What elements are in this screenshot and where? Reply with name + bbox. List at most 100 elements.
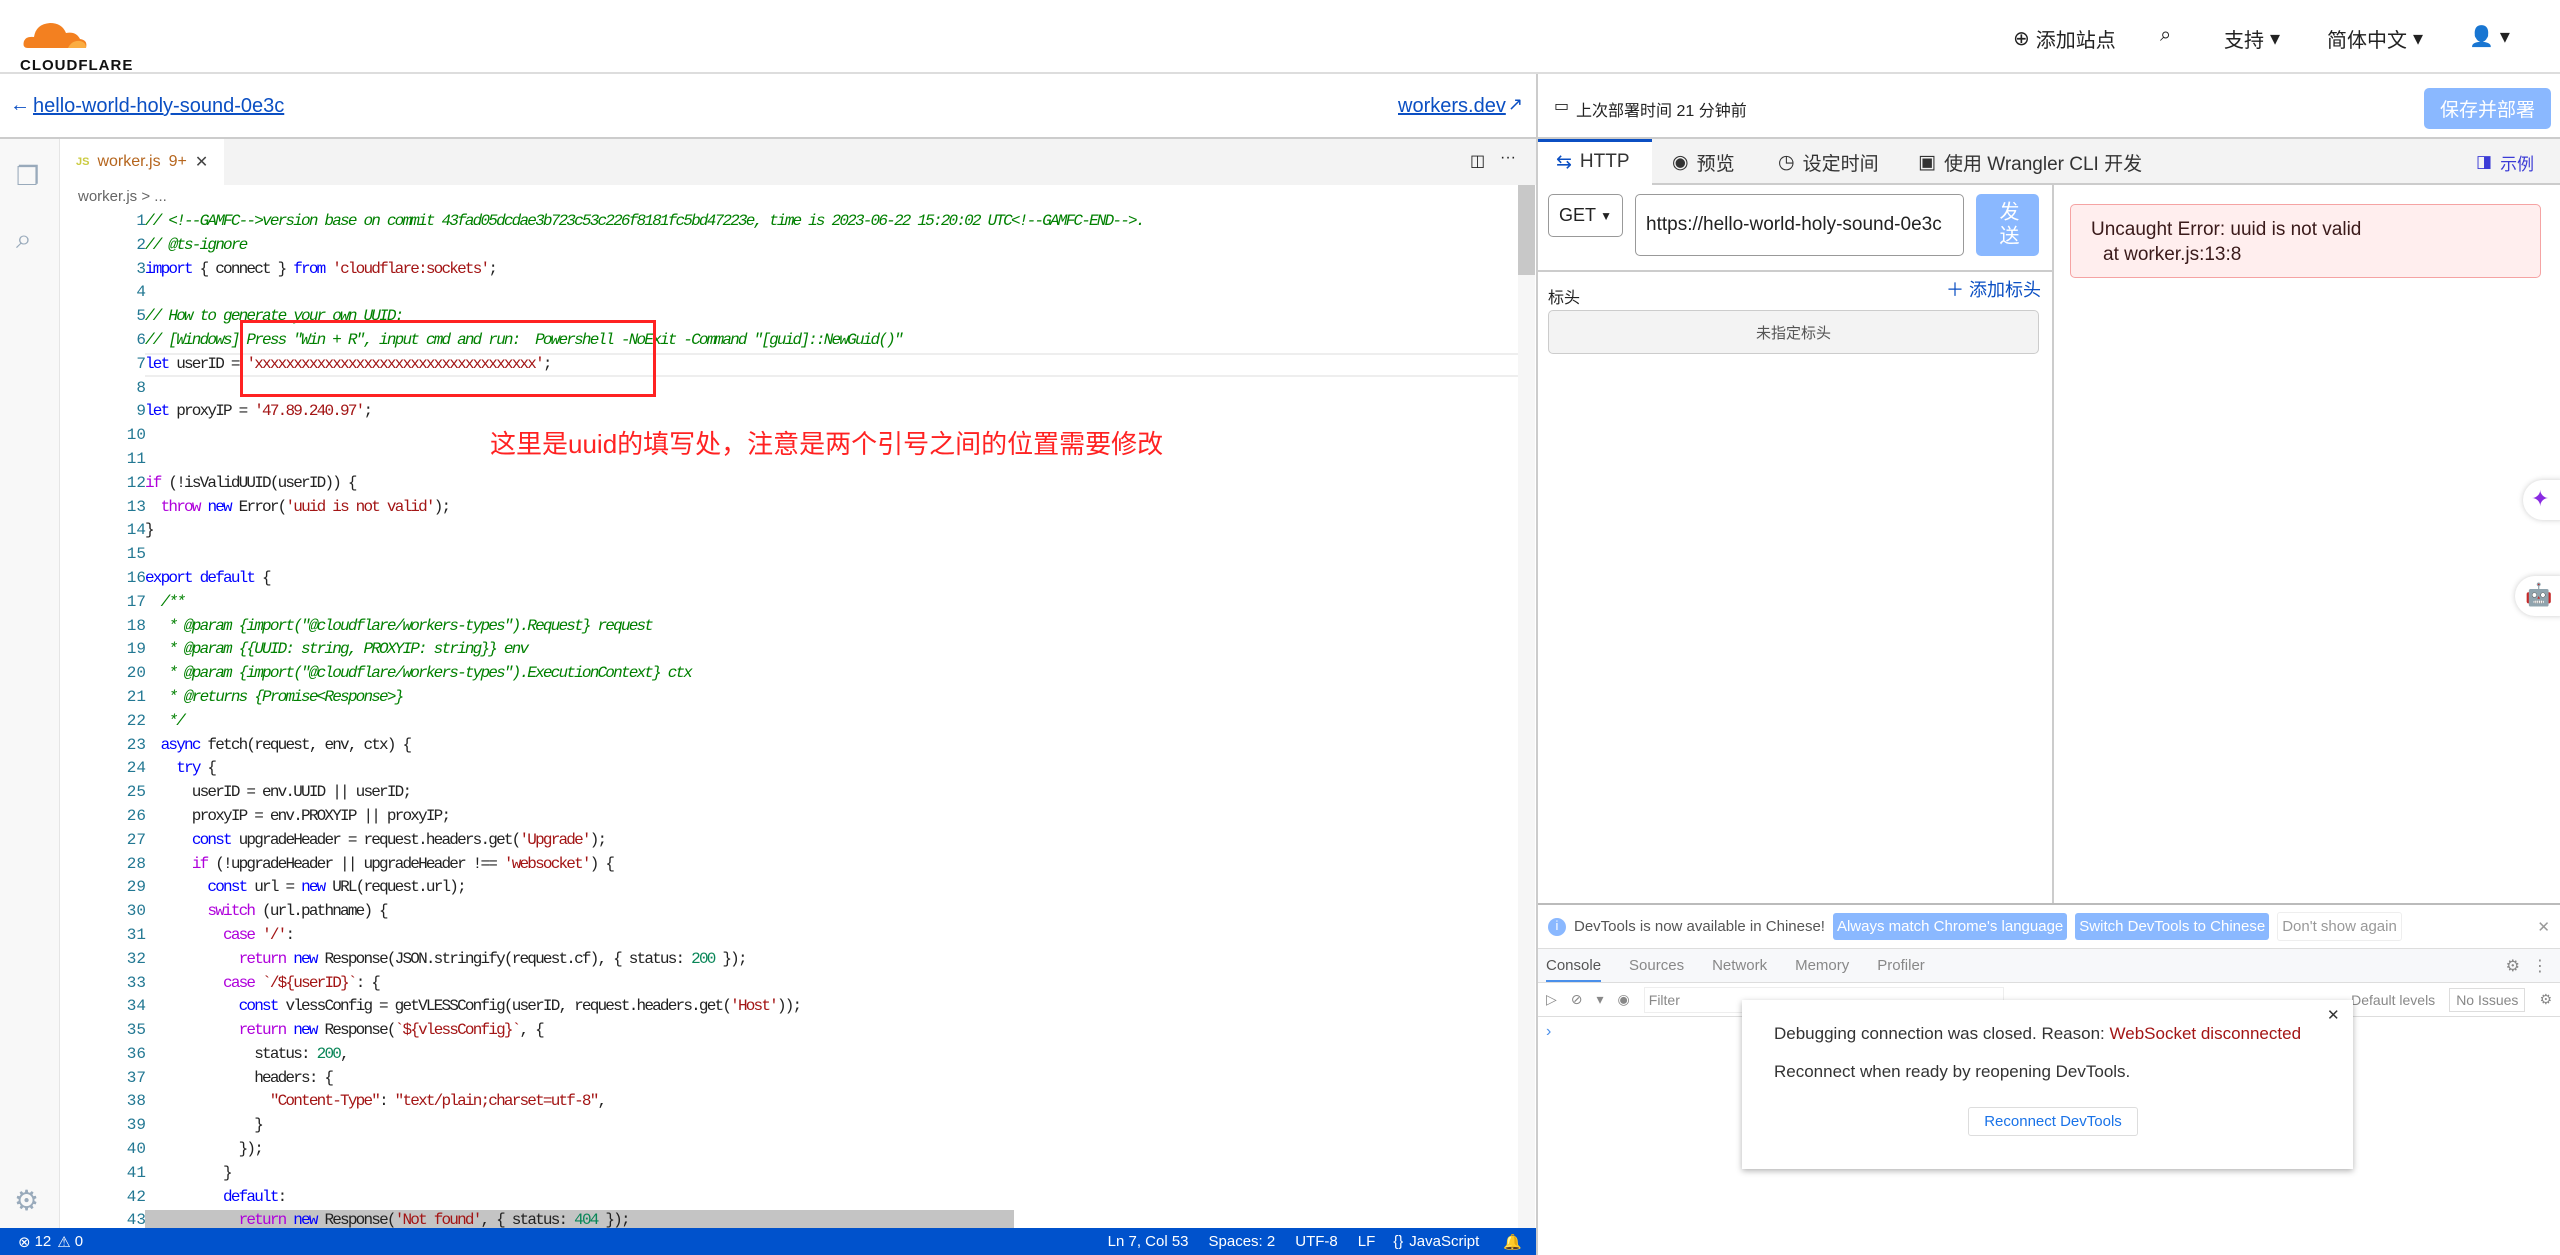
url-input[interactable]: https://hello-world-holy-sound-0e3c	[1635, 194, 1964, 256]
code-line[interactable]: 36 status: 200,	[60, 1043, 1536, 1067]
code-line[interactable]: 34 const vlessConfig = getVLESSConfig(us…	[60, 995, 1536, 1019]
code-line[interactable]: 14}	[60, 519, 1536, 543]
ai-sparkle-button[interactable]: ✦	[2523, 480, 2560, 520]
code-line[interactable]: 35 return new Response(`${vlessConfig}`,…	[60, 1019, 1536, 1043]
code-line[interactable]: 31 case '/':	[60, 924, 1536, 948]
code-line[interactable]: 37 headers: {	[60, 1067, 1536, 1091]
editor-scrollbar[interactable]	[1518, 185, 1535, 1228]
close-icon[interactable]: ✕	[2537, 918, 2550, 936]
support-menu[interactable]: 支持 ▾	[2224, 24, 2280, 53]
more-vertical-icon[interactable]: ⋮	[2532, 956, 2548, 976]
tab-console[interactable]: Console	[1546, 957, 1602, 982]
context-caret-icon[interactable]: ▾	[1597, 991, 1604, 1008]
encoding[interactable]: UTF-8	[1295, 1233, 1338, 1250]
close-icon[interactable]: ✕	[2327, 1006, 2340, 1024]
code-line[interactable]: 41 }	[60, 1162, 1536, 1186]
dont-show-button[interactable]: Don't show again	[2277, 912, 2402, 941]
code-line[interactable]: 21 * @returns {Promise<Response>}	[60, 686, 1536, 710]
tab-preview[interactable]: ◉ 预览	[1672, 139, 1735, 185]
warning-icon[interactable]: ⚠	[57, 1233, 70, 1251]
explorer-icon[interactable]: ❐	[16, 161, 39, 192]
code-line[interactable]: 29 const url = new URL(request.url);	[60, 876, 1536, 900]
code-line[interactable]: 27 const upgradeHeader = request.headers…	[60, 829, 1536, 853]
save-deploy-button[interactable]: 保存并部署	[2424, 88, 2551, 129]
settings-gear-icon[interactable]: ⚙	[2539, 991, 2552, 1008]
tab-http[interactable]: ⇆ HTTP	[1556, 139, 1630, 185]
code-line[interactable]: 42 default:	[60, 1186, 1536, 1210]
levels-select[interactable]: Default levels	[2351, 992, 2435, 1008]
eye-icon[interactable]: ◉	[1618, 991, 1630, 1008]
cursor-position[interactable]: Ln 7, Col 53	[1108, 1233, 1189, 1250]
method-select[interactable]: GET ▼	[1548, 194, 1623, 237]
code-line[interactable]: 22 */	[60, 710, 1536, 734]
search-button[interactable]: ⌕	[2160, 24, 2171, 47]
more-actions-icon[interactable]: ···	[1500, 149, 1516, 167]
code-line[interactable]: 3 import { connect } from 'cloudflare:soc…	[60, 258, 1536, 282]
workers-dev-link[interactable]: workers.dev	[1398, 95, 1506, 118]
search-icon[interactable]: ⌕	[16, 223, 32, 256]
tab-schedule[interactable]: ◷ 设定时间	[1778, 139, 1879, 185]
breadcrumb[interactable]: worker.js > ...	[78, 188, 167, 205]
code-line[interactable]: 2// @ts-ignore	[60, 234, 1536, 258]
bell-icon[interactable]: 🔔	[1503, 1233, 1522, 1251]
code-line[interactable]: 32 return new Response(JSON.stringify(re…	[60, 948, 1536, 972]
console-prompt-icon[interactable]: ›	[1546, 1023, 1551, 1041]
code-line[interactable]: 16 export default {	[60, 567, 1536, 591]
settings-gear-icon[interactable]: ⚙	[2506, 956, 2520, 976]
code-line[interactable]: 15	[60, 543, 1536, 567]
clear-console-icon[interactable]: ⊘	[1571, 991, 1583, 1008]
user-menu[interactable]: 👤 ▾	[2469, 24, 2510, 49]
code-line[interactable]: 40 });	[60, 1138, 1536, 1162]
split-editor-icon[interactable]: ◫	[1470, 151, 1485, 171]
switch-chinese-button[interactable]: Switch DevTools to Chinese	[2075, 913, 2270, 940]
worker-name-link[interactable]: hello-world-holy-sound-0e3c	[33, 95, 284, 118]
code-line[interactable]: 1// <!--GAMFC-->version base on commit 4…	[60, 210, 1536, 234]
language-mode[interactable]: JavaScript	[1409, 1233, 1479, 1250]
tab-memory[interactable]: Memory	[1795, 957, 1849, 974]
line-ending[interactable]: LF	[1358, 1233, 1376, 1250]
code-line[interactable]: 12 if (!isValidUUID(userID)) {	[60, 472, 1536, 496]
code-line[interactable]: 20 * @param {import("@cloudflare/workers…	[60, 662, 1536, 686]
tab-worker-js[interactable]: JS worker.js 9+ ✕	[60, 139, 224, 185]
code-line[interactable]: 18 * @param {import("@cloudflare/workers…	[60, 615, 1536, 639]
language-menu[interactable]: 简体中文 ▾	[2327, 24, 2423, 53]
close-tab-icon[interactable]: ✕	[195, 152, 208, 172]
code-line[interactable]: 25 userID = env.UUID || userID;	[60, 781, 1536, 805]
back-arrow-icon[interactable]: ←	[10, 94, 30, 117]
reconnect-button[interactable]: Reconnect DevTools	[1968, 1107, 2138, 1136]
code-line[interactable]: 39 }	[60, 1114, 1536, 1138]
settings-gear-icon[interactable]: ⚙	[14, 1184, 39, 1217]
code-line[interactable]: 13 throw new Error('uuid is not valid');	[60, 496, 1536, 520]
code-line[interactable]: 19 * @param {{UUID: string, PROXYIP: str…	[60, 638, 1536, 662]
code-line[interactable]: 26 proxyIP = env.PROXYIP || proxyIP;	[60, 805, 1536, 829]
issues-button[interactable]: No Issues	[2449, 987, 2526, 1012]
tab-profiler[interactable]: Profiler	[1877, 957, 1925, 974]
assistant-button[interactable]: 🤖	[2515, 576, 2560, 616]
code-line[interactable]: 38 "Content-Type": "text/plain;charset=u…	[60, 1090, 1536, 1114]
code-line[interactable]: 30 switch (url.pathname) {	[60, 900, 1536, 924]
line-number: 26	[126, 806, 146, 825]
line-number: 17	[126, 592, 146, 611]
indentation[interactable]: Spaces: 2	[1209, 1233, 1276, 1250]
tab-sources[interactable]: Sources	[1629, 957, 1684, 974]
code-line[interactable]: 4	[60, 281, 1536, 305]
code-text: // @ts-ignore	[145, 235, 248, 254]
code-line[interactable]: 28 if (!upgradeHeader || upgradeHeader !…	[60, 853, 1536, 877]
examples-button[interactable]: ◨ 示例	[2476, 139, 2534, 185]
cloudflare-logo[interactable]: CLOUDFLARE	[20, 14, 133, 74]
sidebar-toggle-icon[interactable]: ▷	[1546, 991, 1557, 1008]
pane-divider[interactable]	[2052, 185, 2054, 903]
code-line[interactable]: 24 try {	[60, 757, 1536, 781]
send-button[interactable]: 发送	[1976, 194, 2039, 256]
code-line[interactable]: 17 /**	[60, 591, 1536, 615]
add-site-button[interactable]: ⊕ 添加站点	[2013, 24, 2116, 53]
code-line[interactable]: 33 case `/${userID}`: {	[60, 972, 1536, 996]
always-match-button[interactable]: Always match Chrome's language	[1832, 913, 2068, 940]
tab-network[interactable]: Network	[1712, 957, 1767, 974]
code-line[interactable]: 23 async fetch(request, env, ctx) {	[60, 734, 1536, 758]
error-icon[interactable]: ⊗	[18, 1233, 31, 1251]
tab-wrangler[interactable]: ▣ 使用 Wrangler CLI 开发	[1918, 139, 2142, 185]
add-header-button[interactable]: ＋ 添加标头	[1946, 276, 2041, 302]
code-line[interactable]: 9 let proxyIP = '47.89.240.97';	[60, 400, 1536, 424]
external-link-icon[interactable]: ↗	[1508, 94, 1523, 115]
